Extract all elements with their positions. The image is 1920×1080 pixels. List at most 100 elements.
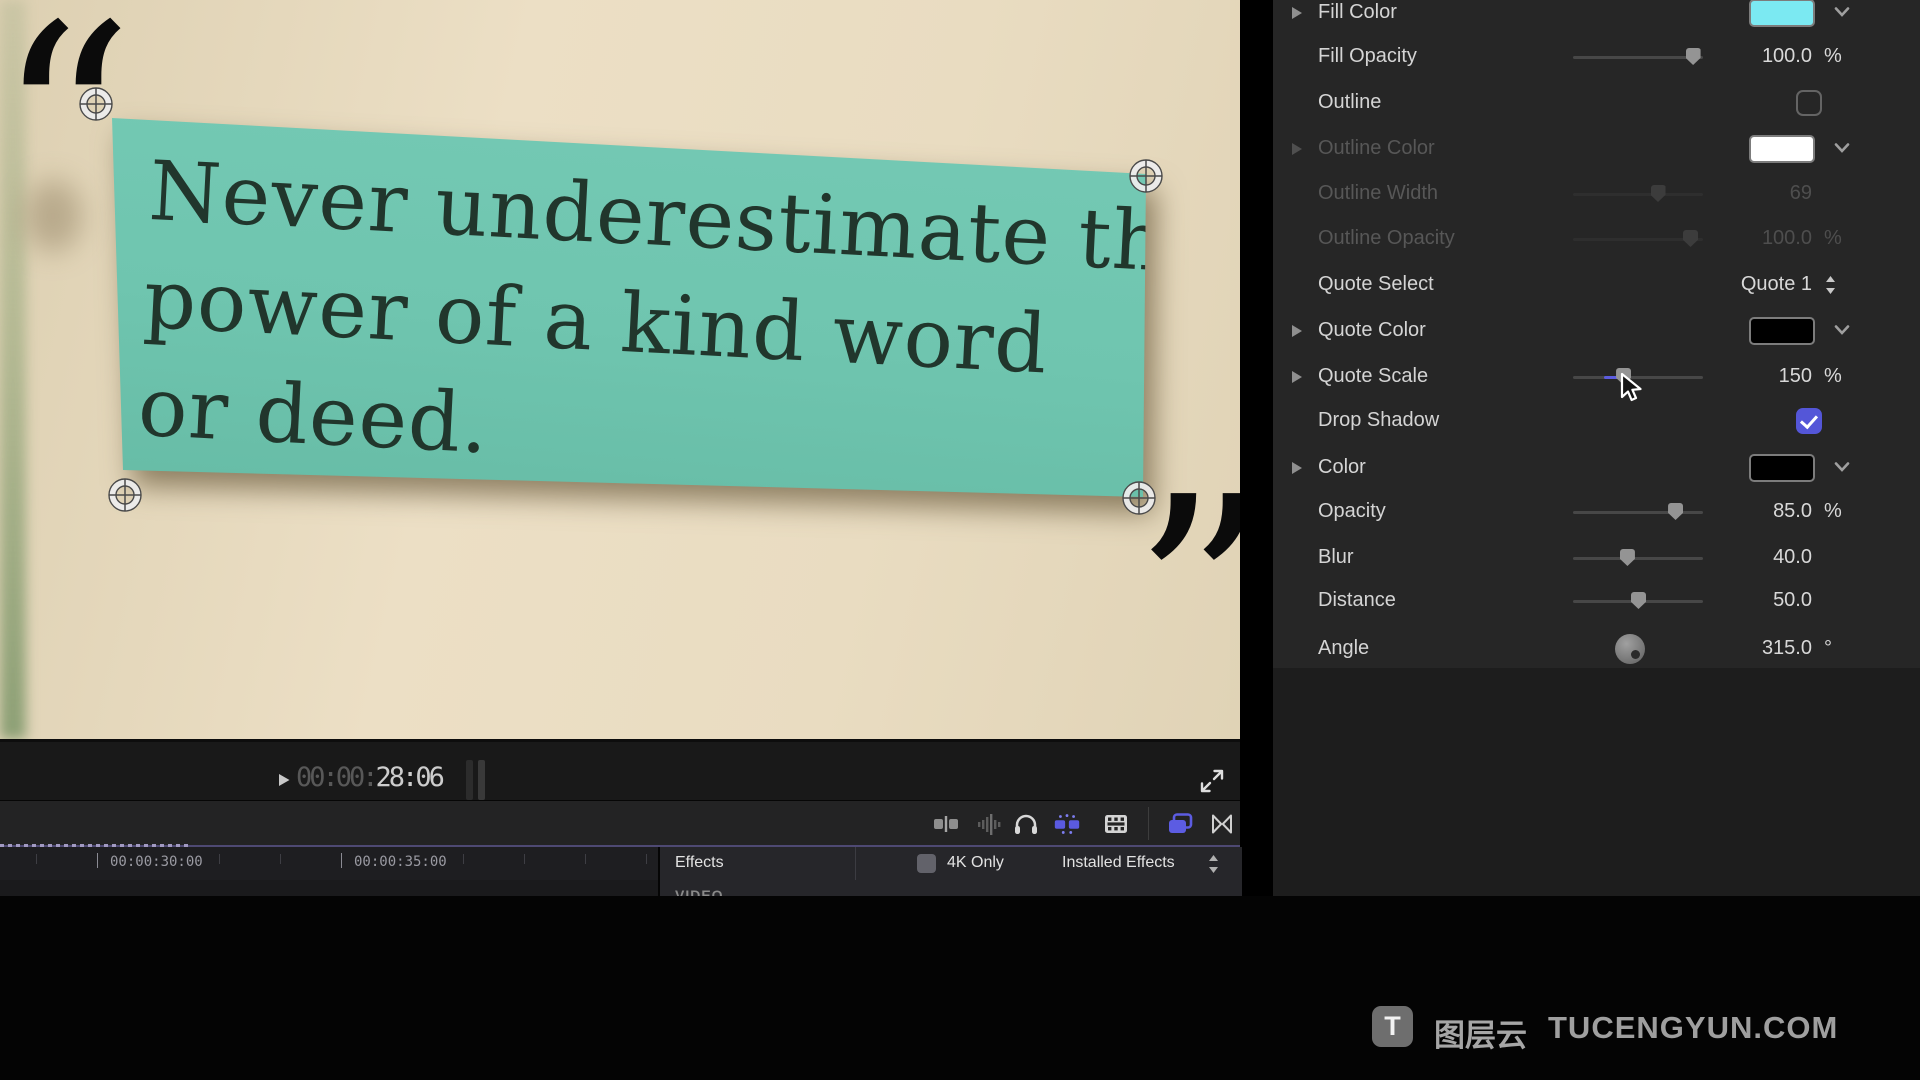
parameter-label: Outline bbox=[1318, 91, 1381, 114]
parameter-value[interactable]: 85.0 bbox=[1693, 500, 1812, 523]
effects-category-video[interactable]: VIDEO bbox=[675, 887, 724, 896]
popup-stepper-icon[interactable] bbox=[1824, 274, 1837, 301]
ruler-timecode-label: 00:00:35:00 bbox=[354, 854, 447, 870]
timeline-track-area[interactable] bbox=[0, 880, 658, 896]
selection-handle-top-left[interactable] bbox=[78, 86, 114, 122]
parameter-value[interactable]: 50.0 bbox=[1693, 589, 1812, 612]
parameter-label: Distance bbox=[1318, 589, 1396, 612]
parameter-unit: % bbox=[1824, 365, 1864, 388]
parameter-label: Opacity bbox=[1318, 500, 1386, 523]
parameter-value[interactable]: 150 bbox=[1693, 365, 1812, 388]
inspector-row-fill-opacity: Fill Opacity 100.0% bbox=[1273, 34, 1920, 80]
play-icon[interactable] bbox=[276, 772, 292, 793]
quote-text: Never underestimate the power of a kind … bbox=[136, 138, 1219, 516]
app-window: Never underestimate the power of a kind … bbox=[0, 0, 1920, 1080]
unchecked-checkbox[interactable] bbox=[1796, 90, 1822, 116]
timecode-prefix: 00:00: bbox=[296, 762, 376, 793]
inspector-row-quote-color: Quote Color bbox=[1273, 308, 1920, 354]
parameter-label: Color bbox=[1318, 456, 1366, 479]
parameter-value[interactable]: 315.0 bbox=[1693, 637, 1812, 660]
inspector-panel: Fill Color Fill Opacity 100.0% Outline Outli… bbox=[1273, 0, 1920, 896]
angle-dial-dot bbox=[1631, 650, 1640, 659]
4k-only-label: 4K Only bbox=[947, 854, 1004, 872]
effects-browser-title: Effects bbox=[675, 854, 724, 872]
parameter-value[interactable]: 100.0 bbox=[1693, 227, 1812, 250]
checked-checkbox[interactable] bbox=[1796, 408, 1822, 434]
chevron-down-icon[interactable] bbox=[1833, 323, 1851, 341]
inspector-row-quote-select: Quote SelectQuote 1 bbox=[1273, 262, 1920, 308]
4k-only-checkbox[interactable] bbox=[917, 854, 936, 873]
ruler-minor-tick bbox=[585, 854, 586, 864]
chevron-down-icon[interactable] bbox=[1833, 460, 1851, 478]
installed-effects-dropdown[interactable]: Installed Effects bbox=[1062, 854, 1175, 872]
installed-effects-stepper-icon[interactable] bbox=[1207, 853, 1220, 880]
parameter-value[interactable]: 40.0 bbox=[1693, 546, 1812, 569]
audio-meter-left bbox=[466, 760, 473, 800]
expand-viewer-icon[interactable] bbox=[1198, 767, 1226, 800]
chevron-down-icon[interactable] bbox=[1833, 141, 1851, 159]
inspector-row-fill-color: Fill Color bbox=[1273, 0, 1920, 36]
color-well[interactable] bbox=[1749, 0, 1815, 27]
trim-icon[interactable] bbox=[931, 810, 961, 837]
transport-bar: 00:00:28:06 bbox=[0, 739, 1240, 803]
popup-selected-value[interactable]: Quote 1 bbox=[1693, 273, 1812, 296]
color-well[interactable] bbox=[1749, 454, 1815, 482]
slider-track[interactable] bbox=[1573, 511, 1703, 514]
timecode-display[interactable]: 00:00:28:06 bbox=[296, 762, 442, 793]
inspector-row-blur: Blur 40.0 bbox=[1273, 535, 1920, 581]
angle-dial[interactable] bbox=[1615, 634, 1645, 664]
timecode-current: 28:06 bbox=[376, 762, 442, 793]
parameter-label: Angle bbox=[1318, 637, 1369, 660]
clip-appearance-icon[interactable] bbox=[1101, 810, 1131, 837]
slider-thumb[interactable] bbox=[1620, 549, 1635, 566]
video-viewer-canvas[interactable]: Never underestimate the power of a kind … bbox=[0, 0, 1240, 739]
mouse-cursor bbox=[1618, 372, 1644, 409]
audio-waveform-icon[interactable] bbox=[974, 810, 1004, 837]
parameter-label: Fill Opacity bbox=[1318, 45, 1417, 68]
selection-handle-bottom-left[interactable] bbox=[107, 477, 143, 513]
ruler-minor-tick bbox=[463, 854, 464, 864]
audio-skimming-icon[interactable] bbox=[1052, 810, 1082, 837]
parameter-value[interactable]: 100.0 bbox=[1693, 45, 1812, 68]
slider-thumb[interactable] bbox=[1651, 185, 1666, 202]
ruler-timecode-label: 00:00:30:00 bbox=[110, 854, 203, 870]
disclosure-triangle-icon[interactable] bbox=[1292, 462, 1302, 474]
parameter-label: Blur bbox=[1318, 546, 1354, 569]
audio-monitor-icon[interactable] bbox=[1011, 810, 1041, 837]
inspector-row-angle: Angle315.0° bbox=[1273, 626, 1920, 672]
color-well[interactable] bbox=[1749, 135, 1815, 163]
disclosure-triangle-icon[interactable] bbox=[1292, 325, 1302, 337]
watermark-brand-domain: TUCENGYUN.COM bbox=[1548, 1010, 1838, 1046]
parameter-unit: % bbox=[1824, 227, 1864, 250]
timeline-ruler[interactable]: 00:00:30:00 00:00:35:00 bbox=[0, 847, 658, 880]
ruler-major-tick bbox=[341, 853, 342, 868]
disclosure-triangle-icon[interactable] bbox=[1292, 371, 1302, 383]
color-well[interactable] bbox=[1749, 317, 1815, 345]
slider-track[interactable] bbox=[1573, 56, 1703, 59]
slider-thumb[interactable] bbox=[1631, 592, 1646, 609]
audio-meter-right bbox=[478, 760, 485, 800]
parameter-unit: % bbox=[1824, 45, 1864, 68]
ruler-minor-tick bbox=[280, 854, 281, 864]
inspector-row-color: Color bbox=[1273, 445, 1920, 491]
disclosure-triangle-icon[interactable] bbox=[1292, 143, 1302, 155]
slider-thumb[interactable] bbox=[1668, 503, 1683, 520]
timeline-index-icon[interactable] bbox=[1207, 810, 1237, 837]
toolbar-divider bbox=[1148, 807, 1149, 840]
slider-track[interactable] bbox=[1573, 193, 1703, 196]
browser-toggle-icon[interactable] bbox=[1165, 810, 1195, 837]
disclosure-triangle-icon[interactable] bbox=[1292, 7, 1302, 19]
parameter-label: Quote Color bbox=[1318, 319, 1426, 342]
parameter-label: Fill Color bbox=[1318, 1, 1397, 24]
parameter-label: Outline Color bbox=[1318, 137, 1435, 160]
inspector-row-outline-opacity: Outline Opacity100.0% bbox=[1273, 216, 1920, 262]
slider-track[interactable] bbox=[1573, 557, 1703, 560]
inspector-row-drop-shadow: Drop Shadow bbox=[1273, 398, 1920, 444]
inspector-row-outline: Outline bbox=[1273, 80, 1920, 126]
quote-card[interactable]: Never underestimate the power of a kind … bbox=[100, 100, 1156, 510]
chevron-down-icon[interactable] bbox=[1833, 5, 1851, 23]
selection-handle-top-right[interactable] bbox=[1128, 158, 1164, 194]
selection-handle-bottom-right[interactable] bbox=[1121, 480, 1157, 516]
inspector-row-distance: Distance 50.0 bbox=[1273, 578, 1920, 624]
parameter-value[interactable]: 69 bbox=[1693, 182, 1812, 205]
